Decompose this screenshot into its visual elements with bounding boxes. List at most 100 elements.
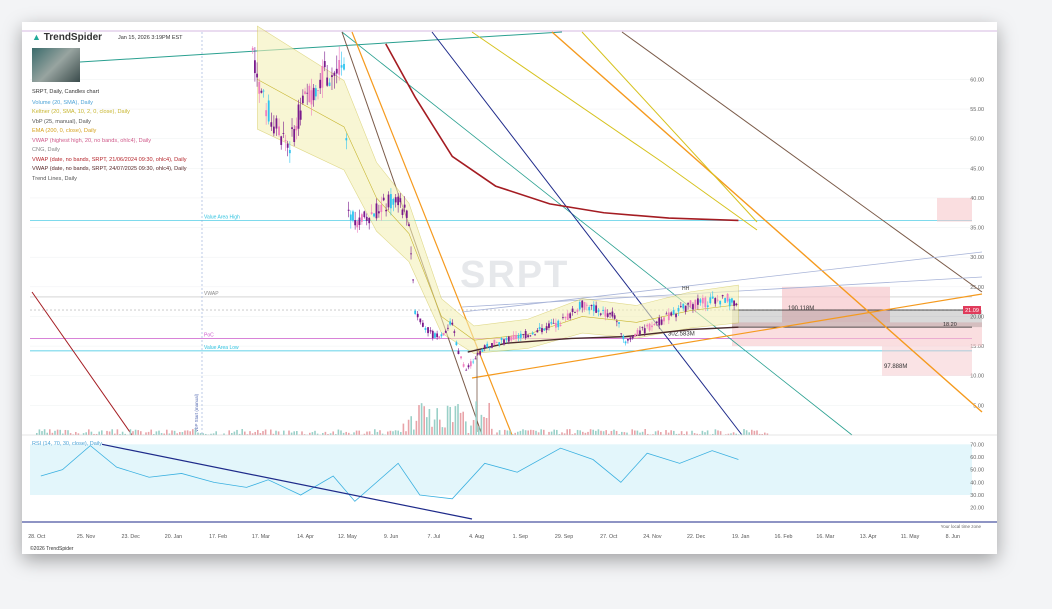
- legend-item[interactable]: VWAP (highest high, 20, no bands, ohlc4)…: [32, 137, 187, 147]
- price-1820-label: 18.20: [943, 322, 957, 328]
- volume-bar: [470, 425, 472, 435]
- candle-body: [566, 313, 569, 320]
- candle-body: [358, 217, 361, 225]
- candle-body: [624, 341, 627, 344]
- volume-bar: [166, 429, 168, 435]
- volume-bar: [589, 429, 592, 435]
- volume-bar: [241, 429, 243, 435]
- volume-bar: [498, 430, 501, 435]
- candle-body: [704, 297, 707, 308]
- volume-bar: [527, 430, 529, 435]
- chart-frame: 5.00 10.00 15.00 20.00 25.00 30.00 35.00 40.00 4…: [22, 22, 997, 554]
- volume-bar: [64, 429, 67, 435]
- candle-body: [335, 68, 338, 74]
- candle-body: [648, 323, 651, 331]
- candle-body: [256, 73, 258, 78]
- volume-bar: [654, 431, 657, 435]
- volume-bar: [756, 430, 758, 435]
- volume-bar: [691, 430, 693, 435]
- candle-body: [326, 77, 329, 86]
- candle-body: [460, 356, 462, 359]
- legend-item[interactable]: Trend Lines, Daily: [32, 175, 187, 185]
- candle-body: [660, 319, 663, 325]
- legend-item[interactable]: VbP (25, manual), Daily: [32, 118, 187, 128]
- volume-bar: [277, 431, 280, 435]
- candle-body: [442, 333, 445, 336]
- volume-bar: [496, 432, 498, 435]
- candle-body: [733, 300, 736, 306]
- volume-bar: [584, 432, 587, 435]
- candle-body: [545, 326, 548, 331]
- candle-body: [481, 348, 484, 352]
- volume-bar: [337, 429, 340, 435]
- candle-body: [416, 313, 419, 318]
- volume-bar: [462, 411, 464, 435]
- volume-bar: [488, 402, 490, 435]
- volume-bar: [137, 430, 139, 435]
- candle-body: [436, 333, 439, 338]
- volume-bar: [686, 431, 688, 435]
- candle-body: [559, 324, 562, 327]
- volume-bar: [423, 406, 425, 435]
- candle-body: [677, 308, 680, 312]
- volume-bar: [134, 429, 137, 435]
- volume-bar: [186, 430, 189, 435]
- copyright: ©2026 TrendSpider: [30, 546, 74, 552]
- volume-bar: [576, 429, 579, 435]
- legend-item[interactable]: VWAP (date, no bands, SRPT, 21/06/2024 0…: [32, 156, 187, 166]
- volume-bar: [257, 429, 259, 435]
- thumbnail-image: [32, 48, 80, 82]
- candle-body: [392, 198, 395, 205]
- candle-body: [672, 310, 675, 315]
- volume-bar: [332, 431, 334, 435]
- candle-body: [262, 90, 265, 92]
- date-tick-label: 8. Jun: [946, 534, 960, 540]
- legend-item[interactable]: Volume (20, SMA), Daily: [32, 99, 187, 109]
- volume-bar: [569, 429, 571, 435]
- volume-bar: [478, 426, 480, 435]
- volume-bar: [410, 416, 412, 435]
- legend-item[interactable]: EMA (200, 0, close), Daily: [32, 127, 187, 137]
- volume-bar: [345, 431, 347, 435]
- candle-body: [258, 81, 261, 94]
- volume-bar: [420, 403, 423, 435]
- date-tick-label: 17. Mar: [252, 534, 270, 540]
- legend-item[interactable]: VWAP (date, no bands, SRPT, 24/07/2025 0…: [32, 165, 187, 175]
- trend-line-orange: [551, 31, 983, 413]
- hh-label: HH: [682, 286, 690, 292]
- candle-body: [365, 216, 368, 221]
- candle-body: [641, 326, 644, 328]
- volume-bar: [179, 432, 181, 435]
- candle-body: [701, 297, 704, 304]
- volume-bar: [311, 432, 314, 435]
- price-tick-label: 50.00: [970, 137, 984, 143]
- candle-body: [403, 204, 406, 208]
- legend-item[interactable]: Keltner (20, SMA, 10, 2, 0, close), Dail…: [32, 108, 187, 118]
- volume-bar: [309, 432, 311, 435]
- price-tick-label: 30.00: [970, 255, 984, 261]
- volume-bar: [748, 432, 750, 435]
- candle-body: [684, 305, 687, 312]
- volume-bar: [704, 432, 706, 435]
- candle-body: [500, 338, 503, 341]
- candle-body: [323, 61, 326, 68]
- candle-body: [709, 297, 712, 304]
- candle-body: [588, 307, 591, 311]
- candle-body: [728, 299, 731, 307]
- volume-bar: [145, 432, 147, 435]
- candle-body: [615, 321, 618, 323]
- volume-bar: [483, 416, 485, 435]
- candle-body: [655, 321, 658, 323]
- candle-body: [578, 302, 581, 310]
- volume-bar: [181, 432, 184, 435]
- candle-body: [272, 126, 275, 134]
- vbp-start-label: VbP Start (manual): [194, 393, 199, 432]
- candle-body: [597, 309, 600, 313]
- volume-bar: [254, 431, 256, 435]
- trend-line-navy: [431, 31, 743, 436]
- candle-body: [375, 203, 378, 219]
- candle-body: [254, 60, 256, 74]
- candle-body: [453, 331, 456, 333]
- legend-item[interactable]: CNG, Daily: [32, 146, 187, 156]
- price-tick-label: 60.00: [970, 77, 984, 83]
